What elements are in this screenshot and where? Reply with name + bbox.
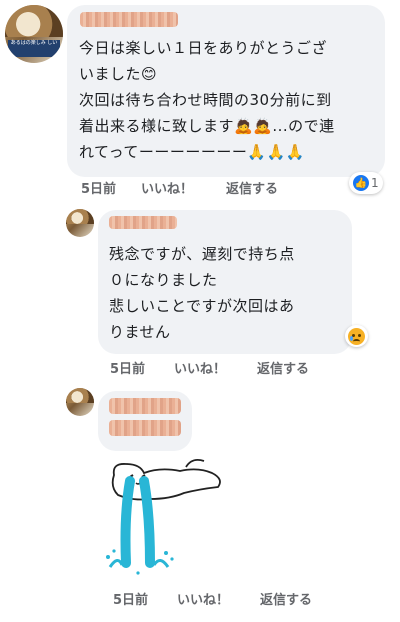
redacted-username <box>109 420 181 436</box>
tear-drop <box>136 571 140 575</box>
tear-stream <box>139 476 155 568</box>
reply-link[interactable]: 返信する <box>226 178 278 197</box>
tear-drop <box>170 557 174 561</box>
tear-stream <box>120 476 135 568</box>
like-link[interactable]: いいね！ <box>141 178 193 197</box>
reaction-count: 1 <box>371 176 379 190</box>
comment-line: ０になりました <box>109 271 218 289</box>
tear-drop <box>112 549 116 553</box>
rabbit-ear <box>185 458 205 468</box>
timestamp[interactable]: 5日前 <box>110 358 145 377</box>
avatar-caption: あるはの楽しみ しい <box>8 39 60 58</box>
redacted-username <box>109 398 181 414</box>
commenter-avatar[interactable] <box>66 388 94 416</box>
crying-rabbit-sticker[interactable] <box>100 455 230 585</box>
like-link[interactable]: いいね！ <box>174 358 226 377</box>
reply-link[interactable]: 返信する <box>257 358 309 377</box>
timestamp[interactable]: 5日前 <box>81 178 116 197</box>
comment-line: りません <box>109 323 171 341</box>
comment-line: 今日は楽しい１日をありがとうござ <box>79 39 328 57</box>
avatar-photo <box>66 388 94 404</box>
comment-line: 残念ですが、遅刻で持ち点 <box>109 245 295 263</box>
avatar-photo <box>5 5 63 37</box>
avatar-photo <box>66 209 94 225</box>
commenter-avatar[interactable] <box>66 209 94 237</box>
comment-line: 着出来る様に致します🙇🙇...ので連 <box>79 117 335 135</box>
tear-splash <box>108 559 124 568</box>
comment-line: いました😊 <box>79 65 158 83</box>
commenter-avatar[interactable]: あるはの楽しみ しい <box>5 5 63 63</box>
reaction-summary[interactable]: 👍 1 <box>349 172 383 194</box>
comment-text: 今日は楽しい１日をありがとうござ いました😊 次回は待ち合わせ時間の30分前に到… <box>79 35 335 165</box>
like-link[interactable]: いいね！ <box>177 589 229 608</box>
sad-face-icon <box>348 327 365 345</box>
redacted-username <box>109 216 177 229</box>
tear-splash <box>152 559 170 568</box>
reaction-summary[interactable] <box>345 325 368 347</box>
comment-line: 次回は待ち合わせ時間の30分前に到 <box>79 91 332 109</box>
tear-drop <box>164 551 168 555</box>
comment-text: 残念ですが、遅刻で持ち点 ０になりました 悲しいことですが次回はあ りません <box>109 241 295 345</box>
redacted-username <box>80 12 178 27</box>
like-icon: 👍 <box>353 175 369 191</box>
comment-line: れてってーーーーーーー🙏🙏🙏 <box>79 143 305 161</box>
tear-drop <box>106 555 110 559</box>
comment-line: 悲しいことですが次回はあ <box>109 297 295 315</box>
timestamp[interactable]: 5日前 <box>113 589 148 608</box>
reply-link[interactable]: 返信する <box>260 589 312 608</box>
